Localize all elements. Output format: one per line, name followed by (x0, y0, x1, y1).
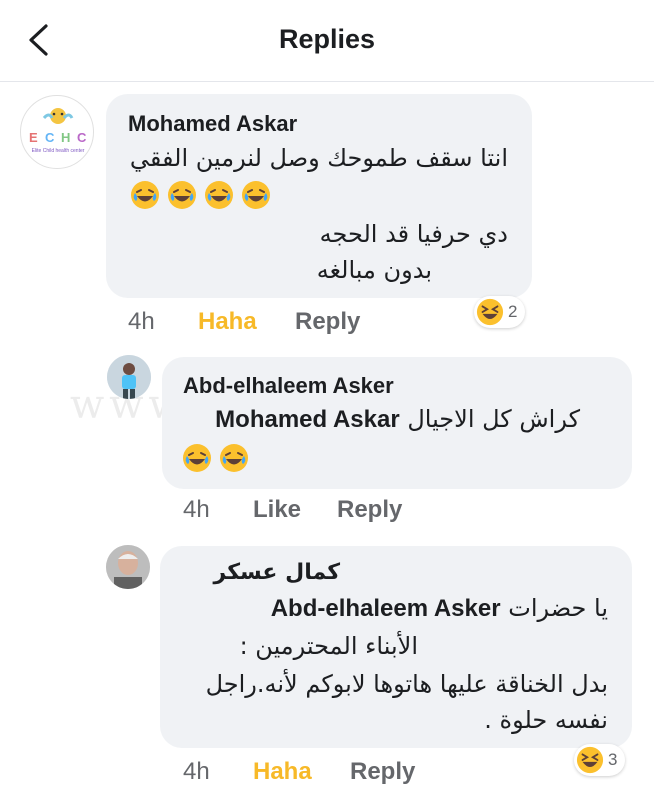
emoji-row (130, 180, 278, 210)
haha-squint-icon (576, 746, 604, 774)
laughing-crying-icon (130, 180, 160, 210)
top-bar: Replies (0, 0, 654, 82)
svg-text:C: C (77, 130, 87, 145)
laughing-crying-icon (241, 180, 271, 210)
comment-text-line: بدون مبالغه (316, 256, 432, 284)
like-button[interactable]: Like (253, 496, 301, 524)
comment-text: يا حضرات (508, 594, 608, 622)
avatar-abd-elhaleem-asker[interactable] (107, 355, 151, 399)
comment-text-line: الأبناء المحترمين : (239, 632, 418, 660)
mention-link[interactable]: Mohamed Askar (215, 406, 400, 433)
comment-author[interactable]: Abd-elhaleem Asker (183, 373, 394, 399)
comment-timestamp: 4h (128, 308, 155, 335)
haha-squint-icon (476, 298, 504, 326)
reaction-count-badge[interactable]: 3 (574, 744, 626, 776)
comment-text-line: نفسه حلوة . (484, 706, 608, 734)
comment-text-line: انتا سقف طموحك وصل لنرمين الفقي (129, 144, 508, 172)
comment-text-line: يا حضرات Abd-elhaleem Asker (271, 594, 608, 623)
comment-timestamp: 4h (183, 758, 210, 785)
laughing-crying-icon (219, 443, 249, 473)
svg-text:Elite Child health center: Elite Child health center (32, 148, 85, 154)
avatar-mohamed-askar[interactable]: E C H C Elite Child health center (20, 95, 94, 169)
avatar-kamal-askar[interactable] (106, 545, 150, 589)
laughing-crying-icon (204, 180, 234, 210)
mention-link[interactable]: Abd-elhaleem Asker (271, 595, 501, 622)
comment-bubble[interactable]: Mohamed Askar انتا سقف طموحك وصل لنرمين … (106, 94, 532, 298)
haha-reaction-button[interactable]: Haha (253, 758, 312, 786)
reaction-count: 3 (608, 750, 618, 769)
reaction-count: 2 (508, 302, 518, 321)
emoji-row (182, 443, 256, 473)
svg-text:C: C (45, 130, 55, 145)
comment-text-line: دي حرفيا قد الحجه (319, 220, 508, 248)
svg-text:H: H (61, 130, 70, 145)
reply-button[interactable]: Reply (337, 496, 402, 524)
comment-text: كراش كل الاجيال (407, 405, 580, 433)
reply-button[interactable]: Reply (350, 758, 415, 786)
comment-author[interactable]: كمال عسكر (214, 560, 340, 585)
svg-text:E: E (29, 130, 38, 145)
comment-text-line: كراش كل الاجيال Mohamed Askar (215, 405, 580, 434)
reaction-count-badge[interactable]: 2 (474, 296, 526, 328)
comment-text-line: بدل الخناقة عليها هاتوها لابوكم لأنه.راج… (205, 670, 608, 698)
page-title: Replies (278, 24, 376, 54)
comment-bubble[interactable]: كمال عسكر يا حضرات Abd-elhaleem Asker ال… (160, 546, 632, 748)
comment-author[interactable]: Mohamed Askar (128, 111, 297, 137)
comment-bubble[interactable]: Abd-elhaleem Asker كراش كل الاجيال Moham… (162, 357, 632, 489)
laughing-crying-icon (167, 180, 197, 210)
laughing-crying-icon (182, 443, 212, 473)
haha-reaction-button[interactable]: Haha (198, 308, 257, 336)
reply-button[interactable]: Reply (295, 308, 360, 336)
comment-timestamp: 4h (183, 496, 210, 523)
